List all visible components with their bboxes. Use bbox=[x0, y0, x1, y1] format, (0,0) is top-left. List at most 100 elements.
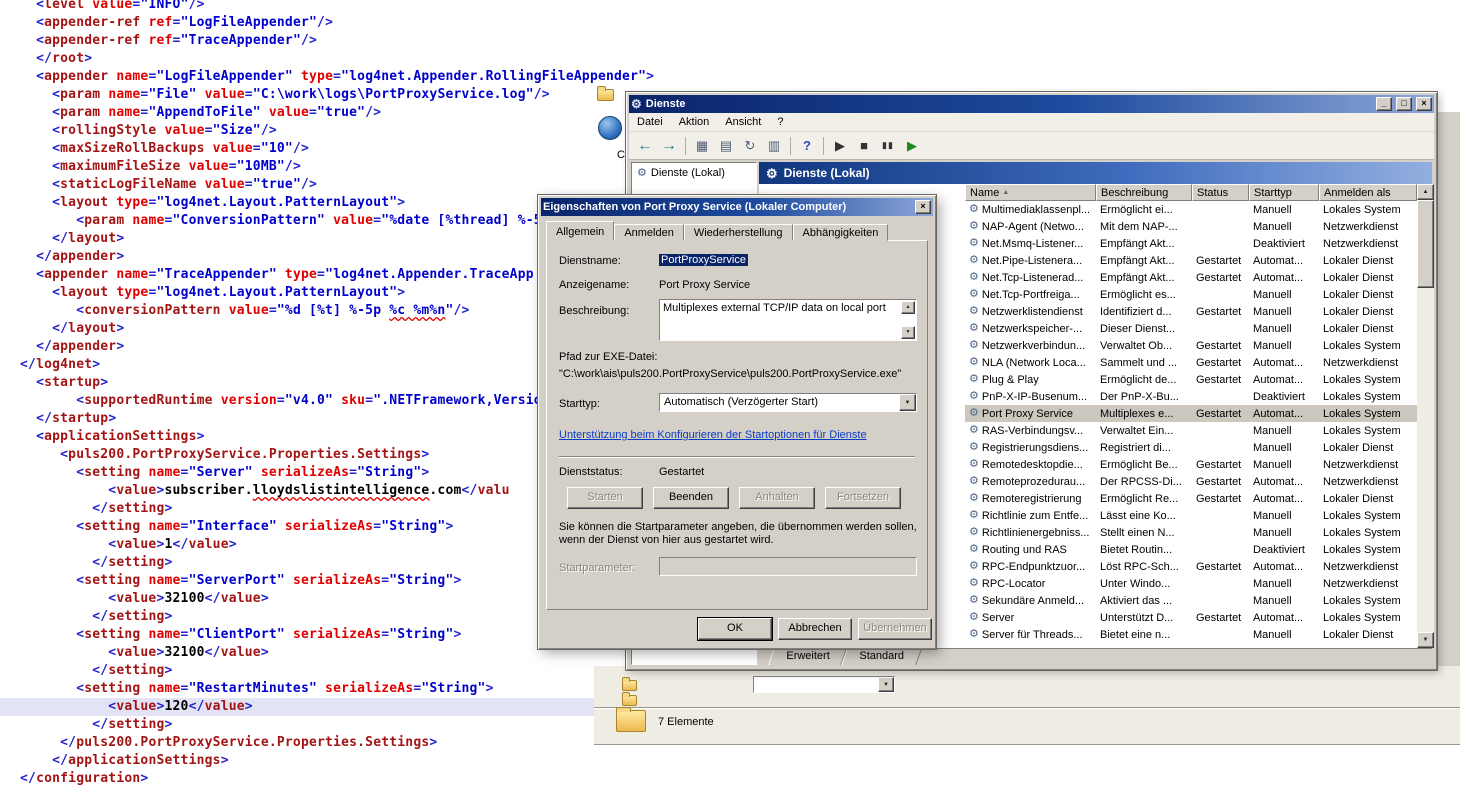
menu-datei[interactable]: Datei bbox=[629, 114, 671, 130]
gear-icon: ⚙ bbox=[969, 374, 979, 385]
pause-service-icon[interactable]: ▮▮ bbox=[877, 135, 899, 157]
services-header-icon: ⚙ bbox=[766, 167, 778, 180]
gear-icon: ⚙ bbox=[969, 425, 979, 436]
tab-anmelden[interactable]: Anmelden bbox=[614, 224, 684, 241]
refresh-icon[interactable]: ↻ bbox=[739, 135, 761, 157]
scroll-down-icon[interactable]: ▼ bbox=[1417, 632, 1434, 648]
service-row[interactable]: ⚙Server für Threads...Bietet eine n...Ma… bbox=[965, 626, 1417, 643]
forward-icon[interactable]: → bbox=[658, 135, 680, 157]
maximize-button[interactable]: □ bbox=[1396, 97, 1412, 111]
cell-status: Gestartet bbox=[1192, 255, 1249, 267]
service-row[interactable]: ⚙Netzwerkspeicher-...Dieser Dienst...Man… bbox=[965, 320, 1417, 337]
tab-abhaengigkeiten[interactable]: Abhängigkeiten bbox=[793, 224, 889, 241]
scroll-down-icon[interactable]: ▼ bbox=[901, 326, 915, 339]
service-row[interactable]: ⚙Multimediaklassenpl...Ermöglicht ei...M… bbox=[965, 201, 1417, 218]
service-row[interactable]: ⚙RPC-Endpunktzuor...Löst RPC-Sch...Gesta… bbox=[965, 558, 1417, 575]
startoptions-help-link[interactable]: Unterstützung beim Konfigurieren der Sta… bbox=[559, 429, 867, 441]
service-row[interactable]: ⚙Net.Pipe-Listenera...Empfängt Akt...Ges… bbox=[965, 252, 1417, 269]
gear-icon: ⚙ bbox=[969, 442, 979, 453]
service-row[interactable]: ⚙Net.Tcp-Listenerad...Empfängt Akt...Ges… bbox=[965, 269, 1417, 286]
column-header-beschreibung[interactable]: Beschreibung bbox=[1096, 184, 1192, 201]
folder-icon[interactable] bbox=[622, 680, 637, 691]
abbrechen-button[interactable]: Abbrechen bbox=[778, 618, 852, 640]
service-row[interactable]: ⚙Richtlinie zum Entfe...Lässt eine Ko...… bbox=[965, 507, 1417, 524]
explorer-back-button[interactable] bbox=[598, 116, 622, 140]
service-row[interactable]: ⚙Remoteprozedurau...Der RPCSS-Di...Gesta… bbox=[965, 473, 1417, 490]
dialog-titlebar[interactable]: Eigenschaften von Port Proxy Service (Lo… bbox=[541, 198, 933, 216]
service-row[interactable]: ⚙Routing und RASBietet Routin...Deaktivi… bbox=[965, 541, 1417, 558]
export-list-icon[interactable]: ▥ bbox=[763, 135, 785, 157]
column-header-starttyp[interactable]: Starttyp bbox=[1249, 184, 1319, 201]
tab-erweitert[interactable]: Erweitert bbox=[768, 649, 847, 665]
uebernehmen-button[interactable]: Übernehmen bbox=[858, 618, 932, 640]
cell-status: Gestartet bbox=[1192, 459, 1249, 471]
cell-status: Gestartet bbox=[1192, 476, 1249, 488]
minimize-button[interactable]: _ bbox=[1376, 97, 1392, 111]
starten-button[interactable]: Starten bbox=[567, 487, 643, 509]
cell-anmelden-als: Lokaler Dienst bbox=[1319, 289, 1417, 301]
dropdown-arrow-icon[interactable]: ▼ bbox=[899, 394, 916, 411]
service-row[interactable]: ⚙Plug & PlayErmöglicht de...GestartetAut… bbox=[965, 371, 1417, 388]
back-icon[interactable]: ← bbox=[634, 135, 656, 157]
tab-standard[interactable]: Standard bbox=[841, 649, 921, 665]
service-row[interactable]: ⚙PnP-X-IP-Busenum...Der PnP-X-Bu...Deakt… bbox=[965, 388, 1417, 405]
stop-service-icon[interactable]: ■ bbox=[853, 135, 875, 157]
column-header-anmelden-als[interactable]: Anmelden als bbox=[1319, 184, 1417, 201]
list-scrollbar[interactable]: ▲ ▼ bbox=[1417, 184, 1434, 648]
tab-wiederherstellung[interactable]: Wiederherstellung bbox=[684, 224, 793, 241]
tab-allgemein[interactable]: Allgemein bbox=[546, 221, 614, 241]
cell-status: Gestartet bbox=[1192, 493, 1249, 505]
cell-anmelden-als: Lokales System bbox=[1319, 425, 1417, 437]
service-row[interactable]: ⚙NetzwerklistendienstIdentifiziert d...G… bbox=[965, 303, 1417, 320]
service-row[interactable]: ⚙Registrierungsdiens...Registriert di...… bbox=[965, 439, 1417, 456]
service-row[interactable]: ⚙NAP-Agent (Netwo...Mit dem NAP-...Manue… bbox=[965, 218, 1417, 235]
tree-item-label: Dienste (Lokal) bbox=[651, 167, 725, 179]
menu-ansicht[interactable]: Ansicht bbox=[717, 114, 769, 130]
value-dienstname[interactable]: PortProxyService bbox=[659, 254, 748, 266]
service-row[interactable]: ⚙Net.Tcp-Portfreiga...Ermöglicht es...Ma… bbox=[965, 286, 1417, 303]
restart-service-icon[interactable]: ▶ bbox=[901, 135, 923, 157]
tree-item-dienste-lokal[interactable]: ⚙ Dienste (Lokal) bbox=[632, 163, 756, 179]
service-row[interactable]: ⚙ServerUnterstützt D...GestartetAutomat.… bbox=[965, 609, 1417, 626]
service-row[interactable]: ⚙RAS-Verbindungsv...Verwaltet Ein...Manu… bbox=[965, 422, 1417, 439]
service-row[interactable]: ⚙Net.Msmq-Listener...Empfängt Akt...Deak… bbox=[965, 235, 1417, 252]
folder-icon[interactable] bbox=[622, 695, 637, 706]
service-row[interactable]: ⚙Netzwerkverbindun...Verwaltet Ob...Gest… bbox=[965, 337, 1417, 354]
show-console-tree-icon[interactable]: ▦ bbox=[691, 135, 713, 157]
service-row-selected[interactable]: ⚙Port Proxy ServiceMultiplexes e...Gesta… bbox=[965, 405, 1417, 422]
gear-icon: ⚙ bbox=[969, 629, 979, 640]
service-row[interactable]: ⚙RPC-LocatorUnter Windo...ManuellNetzwer… bbox=[965, 575, 1417, 592]
code-line: </applicationSettings> bbox=[20, 752, 654, 770]
menu-aktion[interactable]: Aktion bbox=[671, 114, 718, 130]
column-header-name[interactable]: Name ▲ bbox=[965, 184, 1096, 201]
properties-icon[interactable]: ▤ bbox=[715, 135, 737, 157]
code-line: <appender-ref ref="LogFileAppender"/> bbox=[20, 14, 654, 32]
anhalten-button[interactable]: Anhalten bbox=[739, 487, 815, 509]
menu-hilfe[interactable]: ? bbox=[769, 114, 791, 130]
close-button[interactable]: × bbox=[1416, 97, 1432, 111]
service-row[interactable]: ⚙Richtlinienergebniss...Stellt einen N..… bbox=[965, 524, 1417, 541]
cell-starttyp: Manuell bbox=[1249, 442, 1319, 454]
help-icon[interactable]: ? bbox=[796, 135, 818, 157]
service-row[interactable]: ⚙NLA (Network Loca...Sammelt und ...Gest… bbox=[965, 354, 1417, 371]
fortsetzen-button[interactable]: Fortsetzen bbox=[825, 487, 901, 509]
service-row[interactable]: ⚙Remotedesktopdie...Ermöglicht Be...Gest… bbox=[965, 456, 1417, 473]
cell-name: ⚙Registrierungsdiens... bbox=[965, 442, 1096, 454]
dropdown-arrow-icon[interactable]: ▼ bbox=[878, 677, 894, 692]
dialog-close-button[interactable]: × bbox=[915, 200, 931, 214]
scroll-up-icon[interactable]: ▲ bbox=[901, 301, 915, 314]
start-service-icon[interactable]: ▶ bbox=[829, 135, 851, 157]
gear-icon: ⚙ bbox=[969, 510, 979, 521]
scrollbar-thumb[interactable] bbox=[1417, 200, 1434, 288]
ok-button[interactable]: OK bbox=[698, 618, 772, 640]
beenden-button[interactable]: Beenden bbox=[653, 487, 729, 509]
starttyp-combobox[interactable]: Automatisch (Verzögerter Start) ▼ bbox=[659, 393, 917, 412]
scroll-up-icon[interactable]: ▲ bbox=[1417, 184, 1434, 200]
service-row[interactable]: ⚙Sekundäre Anmeld...Aktiviert das ...Man… bbox=[965, 592, 1417, 609]
startparameter-input[interactable] bbox=[659, 557, 917, 576]
explorer-combobox[interactable]: ▼ bbox=[753, 676, 895, 693]
service-row[interactable]: ⚙RemoteregistrierungErmöglicht Re...Gest… bbox=[965, 490, 1417, 507]
column-header-status[interactable]: Status bbox=[1192, 184, 1249, 201]
window-titlebar[interactable]: ⚙ Dienste _ □ × bbox=[629, 95, 1434, 113]
beschreibung-textbox[interactable]: Multiplexes external TCP/IP data on loca… bbox=[659, 299, 917, 341]
